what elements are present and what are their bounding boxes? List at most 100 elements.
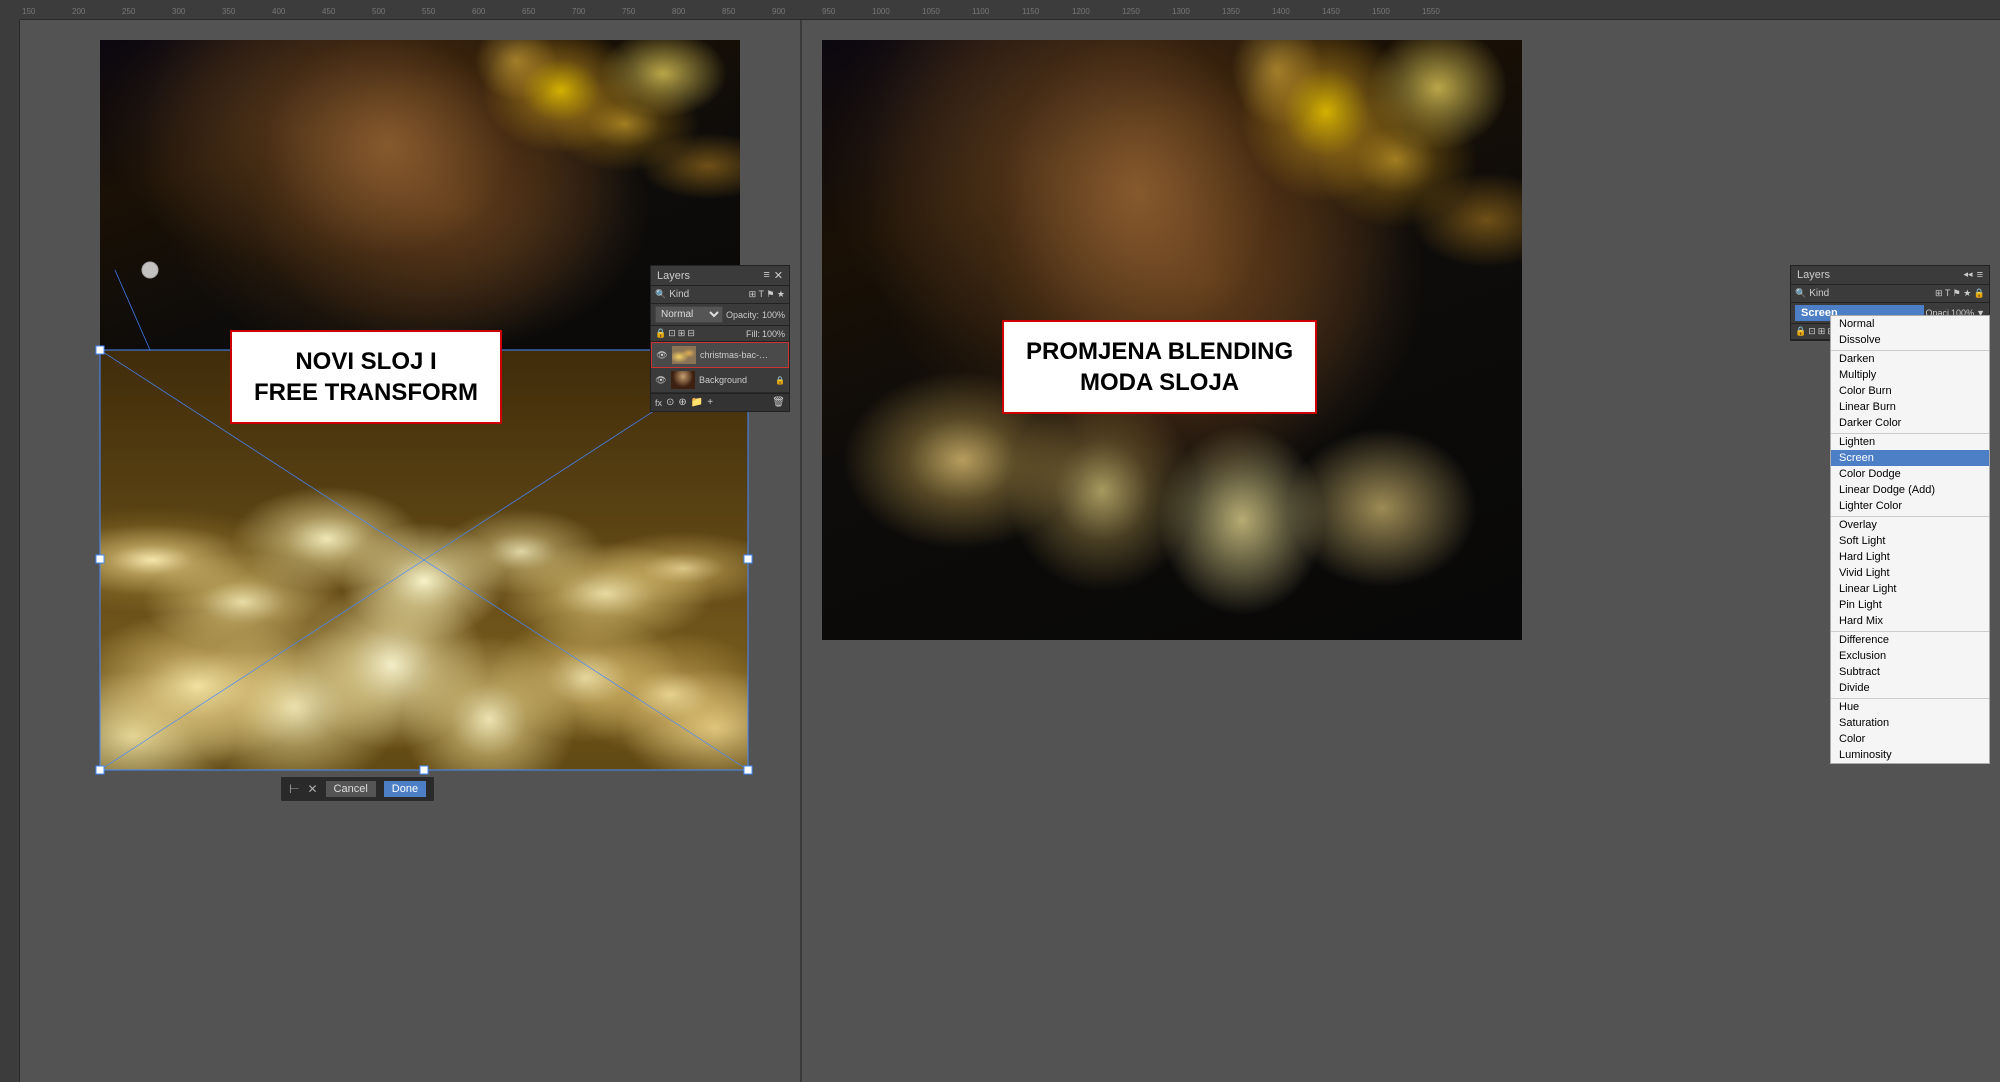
blend-item-hardmix[interactable]: Hard Mix — [1831, 613, 1989, 629]
panel-collapse-icon[interactable]: ≡ — [763, 269, 769, 282]
visibility-icon-bg[interactable]: 👁 — [655, 374, 667, 386]
folder-icon[interactable]: 📁 — [691, 397, 703, 408]
blend-item-color[interactable]: Color — [1831, 731, 1989, 747]
layer-item-bokeh[interactable]: 👁 christmas-bac-...bokhe-lights — [651, 342, 789, 368]
svg-text:250: 250 — [122, 7, 136, 16]
blend-item-difference[interactable]: Difference — [1831, 631, 1989, 648]
svg-text:1500: 1500 — [1372, 7, 1390, 16]
search-icon-right: 🔍 — [1795, 288, 1806, 299]
lock-icon-bg: 🔒 — [775, 376, 785, 385]
blend-item-vividlight[interactable]: Vivid Light — [1831, 565, 1989, 581]
visibility-icon-bokeh[interactable]: 👁 — [656, 349, 668, 361]
ruler-corner — [0, 0, 20, 20]
blend-item-normal[interactable]: Normal — [1831, 316, 1989, 332]
add-layer-icon[interactable]: + — [707, 397, 713, 408]
blend-item-dissolve[interactable]: Dissolve — [1831, 332, 1989, 348]
blend-item-luminosity[interactable]: Luminosity — [1831, 747, 1989, 763]
layers-title-right: Layers — [1797, 269, 1830, 281]
blend-mode-dropdown[interactable]: Normal Dissolve Darken Multiply Color Bu… — [1830, 315, 1990, 764]
blend-item-pinlight[interactable]: Pin Light — [1831, 597, 1989, 613]
svg-text:1450: 1450 — [1322, 7, 1340, 16]
svg-text:1350: 1350 — [1222, 7, 1240, 16]
transform-icon-1: ⊢ — [289, 782, 299, 796]
transform-toolbar[interactable]: ⊢ ✕ Cancel Done — [280, 776, 435, 802]
layers-panel-header: Layers ≡ ✕ — [651, 266, 789, 286]
svg-text:550: 550 — [422, 7, 436, 16]
blend-item-colorburn[interactable]: Color Burn — [1831, 383, 1989, 399]
svg-text:800: 800 — [672, 7, 686, 16]
fill-value: 100% — [762, 329, 785, 339]
blend-item-exclusion[interactable]: Exclusion — [1831, 648, 1989, 664]
svg-text:1400: 1400 — [1272, 7, 1290, 16]
svg-text:900: 900 — [772, 7, 786, 16]
blend-item-divide[interactable]: Divide — [1831, 680, 1989, 696]
blend-item-darken[interactable]: Darken — [1831, 350, 1989, 367]
svg-text:950: 950 — [822, 7, 836, 16]
blend-item-lineardodge[interactable]: Linear Dodge (Add) — [1831, 482, 1989, 498]
add-mask-icon[interactable]: ⊙ — [666, 397, 674, 408]
blend-item-overlay[interactable]: Overlay — [1831, 516, 1989, 533]
layers-panel-left: Layers ≡ ✕ 🔍 Kind ⊞ T ⚑ ★ Normal Op — [650, 265, 790, 412]
blend-item-linearlight[interactable]: Linear Light — [1831, 581, 1989, 597]
layer-name-bg: Background — [699, 375, 747, 385]
panel-header-icons: ≡ ✕ — [763, 269, 783, 282]
panel-right-close-icon[interactable]: ≡ — [1977, 269, 1983, 281]
panel-right-collapse-icon[interactable]: ◂◂ — [1964, 269, 1973, 281]
filter-icons-right: ⊞ T ⚑ ★ 🔒 — [1935, 288, 1985, 299]
ruler-top: 150200250 300350400 450500550 600650700 … — [0, 0, 2000, 20]
layer-tool-2[interactable]: ⊞ — [678, 328, 686, 339]
search-icon: 🔍 — [655, 289, 666, 300]
svg-text:500: 500 — [372, 7, 386, 16]
layers-title: Layers — [657, 270, 690, 282]
tools-right-1[interactable]: ⊡ — [1808, 326, 1816, 337]
panel-close-icon[interactable]: ✕ — [774, 269, 783, 282]
svg-text:850: 850 — [722, 7, 736, 16]
lock-icon-right: 🔒 — [1795, 326, 1806, 337]
svg-text:1200: 1200 — [1072, 7, 1090, 16]
svg-text:1150: 1150 — [1022, 7, 1040, 16]
layer-tool-1[interactable]: ⊡ — [668, 328, 676, 339]
done-button[interactable]: Done — [384, 781, 426, 797]
layer-item-background[interactable]: 👁 Background 🔒 — [651, 368, 789, 393]
cancel-button[interactable]: Cancel — [326, 781, 376, 797]
layer-thumb-bokeh — [672, 346, 696, 364]
blend-item-saturation[interactable]: Saturation — [1831, 715, 1989, 731]
kind-label: Kind — [669, 289, 689, 300]
right-canvas-panel: PROMJENA BLENDING MODA SLOJA Layers ◂◂ ≡… — [802, 20, 2000, 1082]
svg-text:1550: 1550 — [1422, 7, 1440, 16]
blend-item-lighten[interactable]: Lighten — [1831, 433, 1989, 450]
blend-item-lightercolor[interactable]: Lighter Color — [1831, 498, 1989, 514]
tools-right-2[interactable]: ⊞ — [1818, 326, 1826, 337]
blend-item-screen[interactable]: Screen — [1831, 450, 1989, 466]
blend-item-softlight[interactable]: Soft Light — [1831, 533, 1989, 549]
svg-text:300: 300 — [172, 7, 186, 16]
blend-mode-select[interactable]: Normal — [655, 306, 723, 323]
fx-button[interactable]: fx — [655, 398, 662, 408]
blend-mode-row: Normal Opacity: 100% — [651, 304, 789, 326]
transform-icon-2: ✕ — [307, 782, 317, 796]
layers-panel-right-header: Layers ◂◂ ≡ — [1791, 266, 1989, 285]
svg-text:1050: 1050 — [922, 7, 940, 16]
layer-tool-3[interactable]: ⊟ — [687, 328, 695, 339]
fill-label: Fill: — [746, 329, 760, 339]
blend-item-multiply[interactable]: Multiply — [1831, 367, 1989, 383]
layers-filter-row: 🔍 Kind ⊞ T ⚑ ★ — [655, 289, 785, 300]
delete-layer-icon[interactable]: 🗑 — [772, 397, 785, 408]
svg-text:350: 350 — [222, 7, 236, 16]
left-label-box: NOVI SLOJ I FREE TRANSFORM — [230, 330, 502, 424]
blend-item-hardlight[interactable]: Hard Light — [1831, 549, 1989, 565]
svg-text:200: 200 — [72, 7, 86, 16]
blend-item-hue[interactable]: Hue — [1831, 698, 1989, 715]
filter-icons: ⊞ T ⚑ ★ — [749, 289, 785, 300]
lock-icon: 🔒 — [655, 328, 666, 339]
panel-right-header-icons: ◂◂ ≡ — [1964, 269, 1983, 281]
layers-search-bar: 🔍 Kind ⊞ T ⚑ ★ — [651, 286, 789, 304]
blend-item-colordodge[interactable]: Color Dodge — [1831, 466, 1989, 482]
blend-item-linearburn[interactable]: Linear Burn — [1831, 399, 1989, 415]
blend-item-subtract[interactable]: Subtract — [1831, 664, 1989, 680]
svg-text:750: 750 — [622, 7, 636, 16]
adjustment-icon[interactable]: ⊕ — [678, 397, 686, 408]
layers-bottom-bar: fx ⊙ ⊕ 📁 + 🗑 — [651, 393, 789, 411]
layers-tools-row: 🔒 ⊡ ⊞ ⊟ Fill: 100% — [651, 326, 789, 342]
blend-item-darkercolor[interactable]: Darker Color — [1831, 415, 1989, 431]
